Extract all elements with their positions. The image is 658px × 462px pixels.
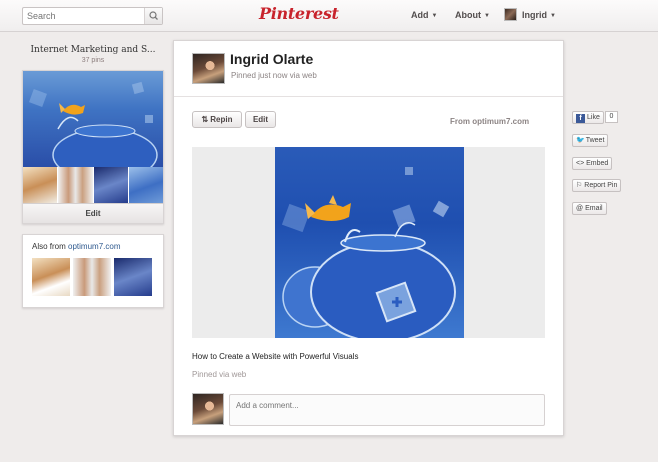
board-thumbnail-row xyxy=(23,167,163,203)
pin-image[interactable] xyxy=(275,147,464,338)
also-from-thumbnail[interactable] xyxy=(114,258,152,296)
also-from-source-link[interactable]: optimum7.com xyxy=(68,242,120,251)
twitter-icon: 🐦 xyxy=(576,137,585,144)
board-title[interactable]: Internet Marketing and S... xyxy=(22,45,164,55)
nav-add-label: Add xyxy=(411,10,429,20)
nav-user-menu[interactable]: Ingrid ▼ xyxy=(522,10,556,20)
board-cover-image[interactable] xyxy=(23,71,163,167)
pinner-name[interactable]: Ingrid Olarte xyxy=(230,51,313,67)
tweet-label: Tweet xyxy=(585,137,605,144)
board-thumbnail[interactable] xyxy=(94,167,128,203)
user-avatar[interactable] xyxy=(504,8,517,21)
repin-label: Repin xyxy=(210,115,233,124)
also-from-card: Also from optimum7.com xyxy=(22,234,164,308)
also-from-thumbnail[interactable] xyxy=(32,258,70,296)
pinned-meta: Pinned just now via web xyxy=(231,71,317,80)
board-pin-count: 37 pins xyxy=(81,57,105,64)
facebook-icon: f xyxy=(576,114,585,123)
embed-button[interactable]: <> Embed xyxy=(572,157,613,170)
email-label: Email xyxy=(585,205,603,212)
tweet-button[interactable]: 🐦Tweet xyxy=(572,134,609,147)
divider xyxy=(174,96,563,97)
pin-source-link[interactable]: From optimum7.com xyxy=(450,117,529,126)
search-button[interactable] xyxy=(144,8,162,24)
also-from-thumbnail[interactable] xyxy=(73,258,111,296)
search-box xyxy=(22,7,163,25)
report-pin-label: Report Pin xyxy=(584,182,618,189)
goldfish-jump-image xyxy=(281,167,456,338)
top-navigation-bar: Pinterest Add▼ About▼ Ingrid▼ xyxy=(0,0,658,32)
also-from-title: Also from optimum7.com xyxy=(32,242,121,251)
report-pin-button[interactable]: ⚐ Report Pin xyxy=(572,179,622,192)
board-thumbnail[interactable] xyxy=(129,167,163,203)
nav-about-menu[interactable]: About ▼ xyxy=(455,10,490,20)
pin-via-text: Pinned via web xyxy=(192,370,247,379)
flag-icon: ⚐ xyxy=(576,182,583,189)
like-count: 0 xyxy=(605,111,618,123)
caret-down-icon: ▼ xyxy=(484,13,490,19)
nav-user-label: Ingrid xyxy=(522,10,547,20)
repin-icon: ⇅ xyxy=(201,115,209,124)
like-label: Like xyxy=(587,114,600,121)
comment-avatar xyxy=(192,393,224,425)
nav-add-menu[interactable]: Add ▼ xyxy=(411,10,437,20)
email-button[interactable]: @ Email xyxy=(572,202,607,215)
nav-about-label: About xyxy=(455,10,481,20)
pin-image-frame xyxy=(192,147,545,338)
board-edit-button[interactable]: Edit xyxy=(23,203,163,223)
also-from-label: Also from xyxy=(32,242,66,251)
board-card: Internet Marketing and S... 37 pins Edit xyxy=(22,42,164,224)
caret-down-icon: ▼ xyxy=(431,13,438,19)
search-input[interactable] xyxy=(23,8,145,24)
facebook-like-button[interactable]: f Like xyxy=(572,111,604,124)
board-thumbnail[interactable] xyxy=(58,167,93,203)
at-icon: @ xyxy=(576,205,584,212)
edit-pin-button[interactable]: Edit xyxy=(245,111,276,128)
repin-button[interactable]: ⇅ Repin xyxy=(192,111,242,128)
fishbowl-image xyxy=(29,81,158,167)
comment-input[interactable] xyxy=(229,394,545,426)
search-icon xyxy=(149,11,158,20)
pinterest-logo[interactable]: Pinterest xyxy=(259,4,339,26)
pinner-avatar[interactable] xyxy=(192,53,225,84)
pin-description: How to Create a Website with Powerful Vi… xyxy=(192,352,359,361)
pin-detail-card: Ingrid Olarte Pinned just now via web ⇅ R… xyxy=(173,40,564,436)
board-thumbnail[interactable] xyxy=(23,167,57,203)
caret-down-icon: ▼ xyxy=(550,13,556,19)
board-preview[interactable]: Edit xyxy=(22,70,164,224)
